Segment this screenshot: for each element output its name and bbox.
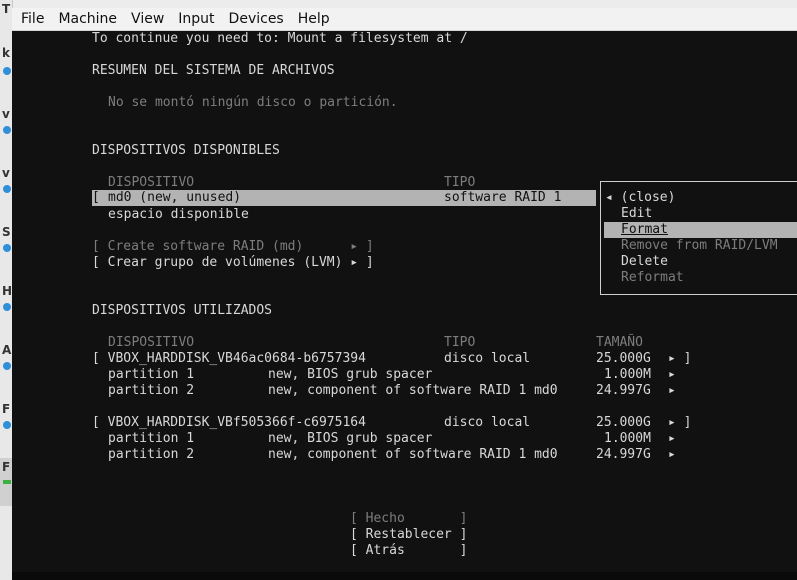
disk-type: disco local: [444, 415, 531, 430]
disk-menu-arrow[interactable]: ▸ ]: [668, 415, 691, 431]
partition-size: 24.997G: [596, 447, 651, 462]
device-type: software RAID 1: [444, 190, 562, 205]
partition-name[interactable]: partition 2: [108, 447, 194, 463]
disk-name[interactable]: [ VBOX_HARDDISK_VB46ac0684-b6757394: [92, 351, 366, 367]
menu-view[interactable]: View: [124, 8, 171, 30]
strip-letter: k: [2, 46, 10, 60]
window-top-edge: [12, 0, 797, 8]
status-dot-icon: [3, 303, 11, 311]
screen-bottom-band: [12, 572, 797, 580]
strip-letter: v: [2, 107, 10, 121]
partition-name[interactable]: partition 1: [108, 431, 194, 447]
notice-text: To continue you need to: Mount a filesys…: [92, 31, 468, 46]
status-dot-icon: [3, 244, 11, 252]
status-dot-icon: [3, 185, 11, 193]
menu-help[interactable]: Help: [291, 8, 337, 30]
partition-desc: new, BIOS grub spacer: [268, 431, 433, 446]
status-dot-icon: [3, 362, 11, 370]
create-raid-button[interactable]: [ Create software RAID (md) ▸ ]: [92, 239, 374, 255]
disk-menu-arrow[interactable]: ▸ ]: [668, 351, 691, 367]
used-column-size: TAMAÑO: [596, 335, 643, 350]
status-dot-icon: [3, 421, 11, 429]
disk-name[interactable]: [ VBOX_HARDDISK_VBf505366f-c6975164: [92, 415, 366, 431]
vm-screen: To continue you need to: Mount a filesys…: [12, 31, 797, 580]
done-button[interactable]: [ Hecho ]: [350, 511, 467, 527]
menu-item-edit[interactable]: Edit: [621, 206, 652, 222]
vm-menubar: File Machine View Input Devices Help: [12, 8, 797, 31]
strip-letter: F: [2, 460, 11, 474]
partition-desc: new, component of software RAID 1 md0: [268, 447, 558, 462]
menu-item-remove-raid[interactable]: Remove from RAID/LVM: [621, 238, 778, 254]
back-button[interactable]: [ Atrás ]: [350, 543, 467, 559]
row-bracket: [: [92, 190, 100, 205]
free-space-row[interactable]: espacio disponible: [108, 207, 249, 223]
partition-menu-arrow[interactable]: ▸: [668, 431, 676, 447]
menu-item-reformat[interactable]: Reformat: [621, 270, 684, 286]
partition-desc: new, BIOS grub spacer: [268, 367, 433, 382]
partition-size: 1.000M: [604, 367, 651, 382]
strip-letter: H: [2, 284, 13, 298]
partition-desc: new, component of software RAID 1 md0: [268, 383, 558, 398]
menu-input[interactable]: Input: [171, 8, 221, 30]
available-heading: DISPOSITIVOS DISPONIBLES: [92, 143, 280, 158]
device-action-menu: ◂ (close) Edit Format Remove from RAID/L…: [600, 181, 797, 295]
status-bar-icon: [3, 480, 11, 484]
menu-devices[interactable]: Devices: [222, 8, 291, 30]
strip-letter: A: [2, 343, 12, 357]
partition-size: 24.997G: [596, 383, 651, 398]
device-name: md0 (new, unused): [108, 190, 242, 205]
used-column-type: TIPO: [444, 335, 476, 350]
menu-item-close[interactable]: ◂ (close): [605, 190, 675, 206]
create-lvm-button[interactable]: [ Crear grupo de volúmenes (LVM) ▸ ]: [92, 255, 374, 271]
menu-machine[interactable]: Machine: [51, 8, 124, 30]
partition-name[interactable]: partition 2: [108, 383, 194, 399]
strip-letter: v: [2, 166, 10, 180]
partition-menu-arrow[interactable]: ▸: [668, 447, 676, 463]
menu-file[interactable]: File: [12, 8, 51, 30]
status-dot-icon: [3, 67, 11, 75]
selected-device-row[interactable]: [ md0 (new, unused) software RAID 1: [92, 190, 596, 206]
strip-letter: F: [2, 402, 11, 416]
used-heading: DISPOSITIVOS UTILIZADOS: [92, 303, 273, 318]
status-dot-icon: [3, 126, 11, 134]
partition-size: 1.000M: [604, 431, 651, 446]
column-header-device: DISPOSITIVO: [108, 175, 195, 190]
disk-type: disco local: [444, 351, 531, 366]
partition-name[interactable]: partition 1: [108, 367, 194, 383]
partition-menu-arrow[interactable]: ▸: [668, 367, 676, 383]
disk-size: 25.000G: [596, 415, 651, 430]
used-column-device: DISPOSITIVO: [108, 335, 195, 350]
summary-empty-text: No se montó ningún disco o partición.: [108, 95, 398, 110]
partition-menu-arrow[interactable]: ▸: [668, 383, 676, 399]
strip-letter: S: [2, 225, 11, 239]
strip-letter: T: [2, 2, 11, 16]
menu-item-delete[interactable]: Delete: [621, 254, 668, 270]
summary-heading: RESUMEN DEL SISTEMA DE ARCHIVOS: [92, 63, 335, 78]
column-header-type: TIPO: [444, 175, 476, 190]
menu-item-format[interactable]: Format: [621, 222, 668, 238]
reset-button[interactable]: [ Restablecer ]: [350, 527, 467, 543]
disk-size: 25.000G: [596, 351, 651, 366]
